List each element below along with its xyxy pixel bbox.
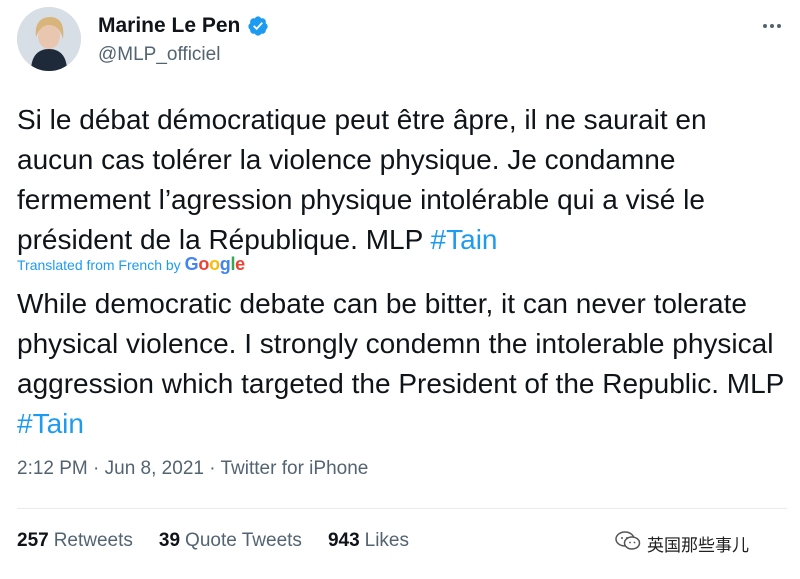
author-name[interactable]: Marine Le Pen <box>98 14 240 38</box>
tweet-stats: 257 Retweets 39 Quote Tweets 943 Likes <box>17 530 409 552</box>
tweet-text: Si le débat démocratique peut être âpre,… <box>17 100 787 260</box>
author-name-row[interactable]: Marine Le Pen <box>98 14 269 38</box>
more-options-icon[interactable] <box>757 11 787 41</box>
quote-tweets-stat[interactable]: 39 Quote Tweets <box>159 530 302 552</box>
translated-text: While democratic debate can be bitter, i… <box>17 284 787 444</box>
translated-label: Translated from French by <box>17 256 181 273</box>
tweet-meta[interactable]: 2:12 PM · Jun 8, 2021 · Twitter for iPho… <box>17 458 368 480</box>
translation-attribution: Translated from French by Google <box>17 254 245 275</box>
avatar[interactable] <box>17 7 81 71</box>
wechat-icon <box>615 530 641 557</box>
retweets-stat[interactable]: 257 Retweets <box>17 530 133 552</box>
translated-text-body: While democratic debate can be bitter, i… <box>17 288 784 399</box>
hashtag-link[interactable]: #Tain <box>17 408 84 439</box>
google-logo[interactable]: Google <box>185 254 246 275</box>
tweet-text-body: Si le débat démocratique peut être âpre,… <box>17 104 707 255</box>
verified-badge-icon <box>247 15 269 37</box>
author-handle[interactable]: @MLP_officiel <box>98 44 220 66</box>
divider <box>17 508 787 509</box>
watermark: 英国那些事儿 <box>615 530 749 557</box>
hashtag-link[interactable]: #Tain <box>431 224 498 255</box>
watermark-text: 英国那些事儿 <box>647 536 749 556</box>
likes-stat[interactable]: 943 Likes <box>328 530 409 552</box>
